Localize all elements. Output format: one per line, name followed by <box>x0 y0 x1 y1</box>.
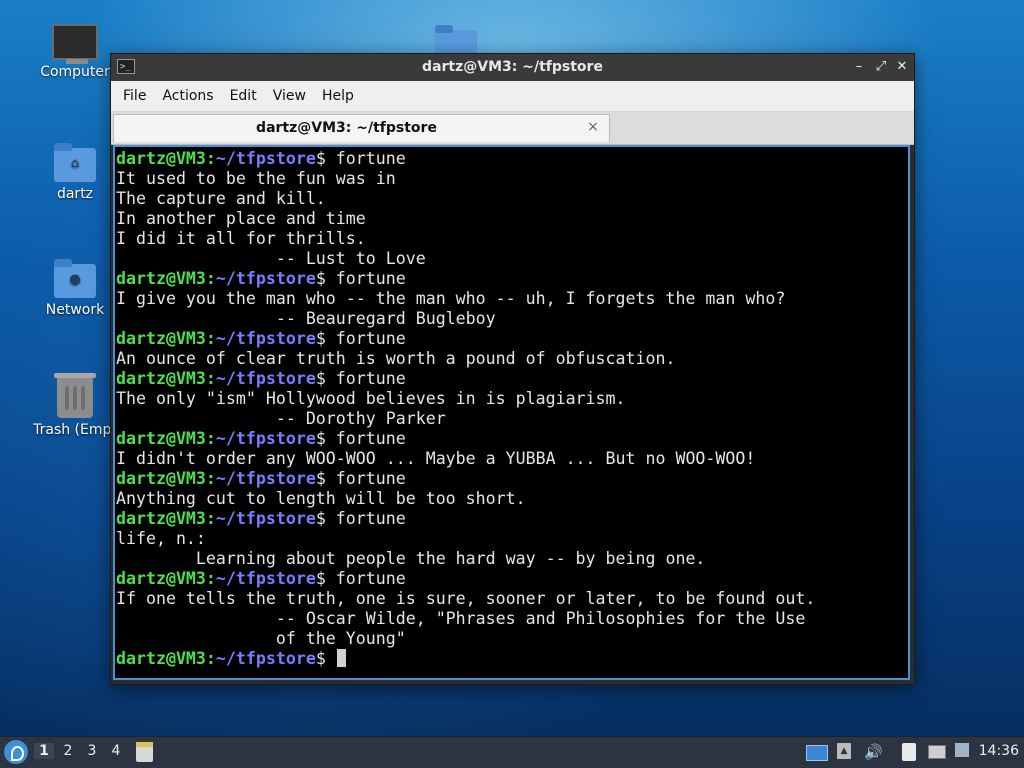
prompt-user: dartz@VM3 <box>116 649 206 668</box>
terminal-output-line: life, n.: <box>116 529 206 548</box>
prompt-path: ~/tfpstore <box>215 329 316 348</box>
taskbar: 1 2 3 4 ▲ 🔊 14:36 <box>0 736 1024 768</box>
prompt-user: dartz@VM3 <box>116 429 206 448</box>
terminal-prompt-line: dartz@VM3:~/tfpstore$ fortune <box>116 569 908 589</box>
clipboard-icon[interactable] <box>902 743 916 761</box>
terminal-output-line: I give you the man who -- the man who --… <box>116 289 786 308</box>
tab-terminal[interactable]: dartz@VM3: ~/tfpstore × <box>113 114 610 142</box>
tab-label: dartz@VM3: ~/tfpstore <box>256 120 437 136</box>
taskbar-terminal-task[interactable] <box>136 742 153 762</box>
prompt-command: $ fortune <box>315 149 406 168</box>
terminal-prompt-line: dartz@VM3:~/tfpstore$ fortune <box>116 269 908 289</box>
prompt-command: $ fortune <box>315 329 406 348</box>
prompt-path: ~/tfpstore <box>215 269 316 288</box>
terminal-prompt-line: dartz@VM3:~/tfpstore$ fortune <box>116 329 908 349</box>
menubar: File Actions Edit View Help <box>111 81 914 112</box>
terminal-output-line: I did it all for thrills. <box>116 229 366 248</box>
monitor-icon <box>52 24 98 64</box>
menu-file[interactable]: File <box>115 88 154 104</box>
prompt-separator: : <box>205 649 216 668</box>
prompt-user: dartz@VM3 <box>116 329 206 348</box>
terminal-output-line: -- Dorothy Parker <box>116 409 446 428</box>
workspace-3[interactable]: 3 <box>82 743 102 759</box>
workspace-4[interactable]: 4 <box>106 743 126 759</box>
terminal-output-line: It used to be the fun was in <box>116 169 396 188</box>
prompt-user: dartz@VM3 <box>116 509 206 528</box>
prompt-command: $ fortune <box>315 269 406 288</box>
terminal-output-line: -- Lust to Love <box>116 249 426 268</box>
prompt-path: ~/tfpstore <box>215 569 316 588</box>
prompt-separator: : <box>205 429 216 448</box>
prompt-path: ~/tfpstore <box>215 149 316 168</box>
prompt-command: $ fortune <box>315 369 406 388</box>
menu-view[interactable]: View <box>265 88 314 104</box>
prompt-path: ~/tfpstore <box>215 509 316 528</box>
start-menu-icon[interactable] <box>4 740 28 764</box>
terminal-output[interactable]: dartz@VM3:~/tfpstore$ fortune It used to … <box>113 145 910 680</box>
terminal-prompt-line: dartz@VM3:~/tfpstore$ fortune <box>116 369 908 389</box>
terminal-output-line: -- Beauregard Bugleboy <box>116 309 496 328</box>
window-title: dartz@VM3: ~/tfpstore <box>422 59 603 75</box>
terminal-output-line: Learning about people the hard way -- by… <box>116 549 706 568</box>
prompt-separator: : <box>205 269 216 288</box>
terminal-output-line: In another place and time <box>116 209 366 228</box>
text-cursor <box>336 649 346 667</box>
menu-help[interactable]: Help <box>314 88 362 104</box>
terminal-prompt-line: dartz@VM3:~/tfpstore$ fortune <box>116 469 908 489</box>
close-icon[interactable]: ✕ <box>893 58 911 76</box>
prompt-command: $ fortune <box>315 429 406 448</box>
terminal-output-line: The only "ism" Hollywood believes in is … <box>116 389 626 408</box>
prompt-command: $ fortune <box>315 569 406 588</box>
tab-bar: dartz@VM3: ~/tfpstore × <box>111 112 914 145</box>
menu-edit[interactable]: Edit <box>222 88 265 104</box>
terminal-prompt-line: dartz@VM3:~/tfpstore$ fortune <box>116 149 908 169</box>
prompt-user: dartz@VM3 <box>116 369 206 388</box>
prompt-user: dartz@VM3 <box>116 269 206 288</box>
prompt-separator: : <box>205 509 216 528</box>
update-icon[interactable] <box>955 743 969 757</box>
prompt-user: dartz@VM3 <box>116 469 206 488</box>
terminal-output-line: of the Young" <box>116 629 406 648</box>
prompt-path: ~/tfpstore <box>215 469 316 488</box>
prompt-path: ~/tfpstore <box>215 649 316 668</box>
terminal-prompt-line: dartz@VM3:~/tfpstore$ <box>116 649 908 669</box>
terminal-window[interactable]: >_ dartz@VM3: ~/tfpstore – ⤢ ✕ File Acti… <box>110 53 915 685</box>
tray-arrow-icon[interactable]: ▲ <box>837 743 851 759</box>
terminal-output-line: -- Oscar Wilde, "Phrases and Philosophie… <box>116 609 806 628</box>
minimize-icon[interactable]: – <box>850 58 868 76</box>
terminal-output-line: The capture and kill. <box>116 189 326 208</box>
prompt-separator: : <box>205 149 216 168</box>
prompt-user: dartz@VM3 <box>116 569 206 588</box>
home-folder-icon: ⌂ <box>54 143 96 182</box>
terminal-prompt-line: dartz@VM3:~/tfpstore$ fortune <box>116 509 908 529</box>
maximize-icon[interactable]: ⤢ <box>872 58 890 76</box>
clock[interactable]: 14:36 <box>979 743 1019 759</box>
window-titlebar[interactable]: >_ dartz@VM3: ~/tfpstore – ⤢ ✕ <box>111 54 914 81</box>
trash-icon <box>54 373 96 418</box>
prompt-separator: : <box>205 569 216 588</box>
workspace-2[interactable]: 2 <box>58 743 78 759</box>
menu-actions[interactable]: Actions <box>154 88 221 104</box>
prompt-separator: : <box>205 329 216 348</box>
terminal-prompt-line: dartz@VM3:~/tfpstore$ fortune <box>116 429 908 449</box>
terminal-output-line: If one tells the truth, one is sure, soo… <box>116 589 816 608</box>
terminal-output-line: An ounce of clear truth is worth a pound… <box>116 349 676 368</box>
volume-icon[interactable]: 🔊 <box>864 743 883 761</box>
prompt-user: dartz@VM3 <box>116 149 206 168</box>
network-folder-icon: ● <box>54 259 96 298</box>
prompt-separator: : <box>205 369 216 388</box>
network-icon[interactable] <box>928 745 946 759</box>
prompt-path: ~/tfpstore <box>215 369 316 388</box>
show-desktop-icon[interactable] <box>806 745 828 761</box>
prompt-path: ~/tfpstore <box>215 429 316 448</box>
terminal-output-line: I didn't order any WOO-WOO ... Maybe a Y… <box>116 449 756 468</box>
prompt-command: $ <box>315 649 336 668</box>
prompt-command: $ fortune <box>315 509 406 528</box>
prompt-command: $ fortune <box>315 469 406 488</box>
tab-close-icon[interactable]: × <box>585 119 601 135</box>
terminal-output-line: Anything cut to length will be too short… <box>116 489 526 508</box>
prompt-separator: : <box>205 469 216 488</box>
workspace-1[interactable]: 1 <box>34 743 54 759</box>
